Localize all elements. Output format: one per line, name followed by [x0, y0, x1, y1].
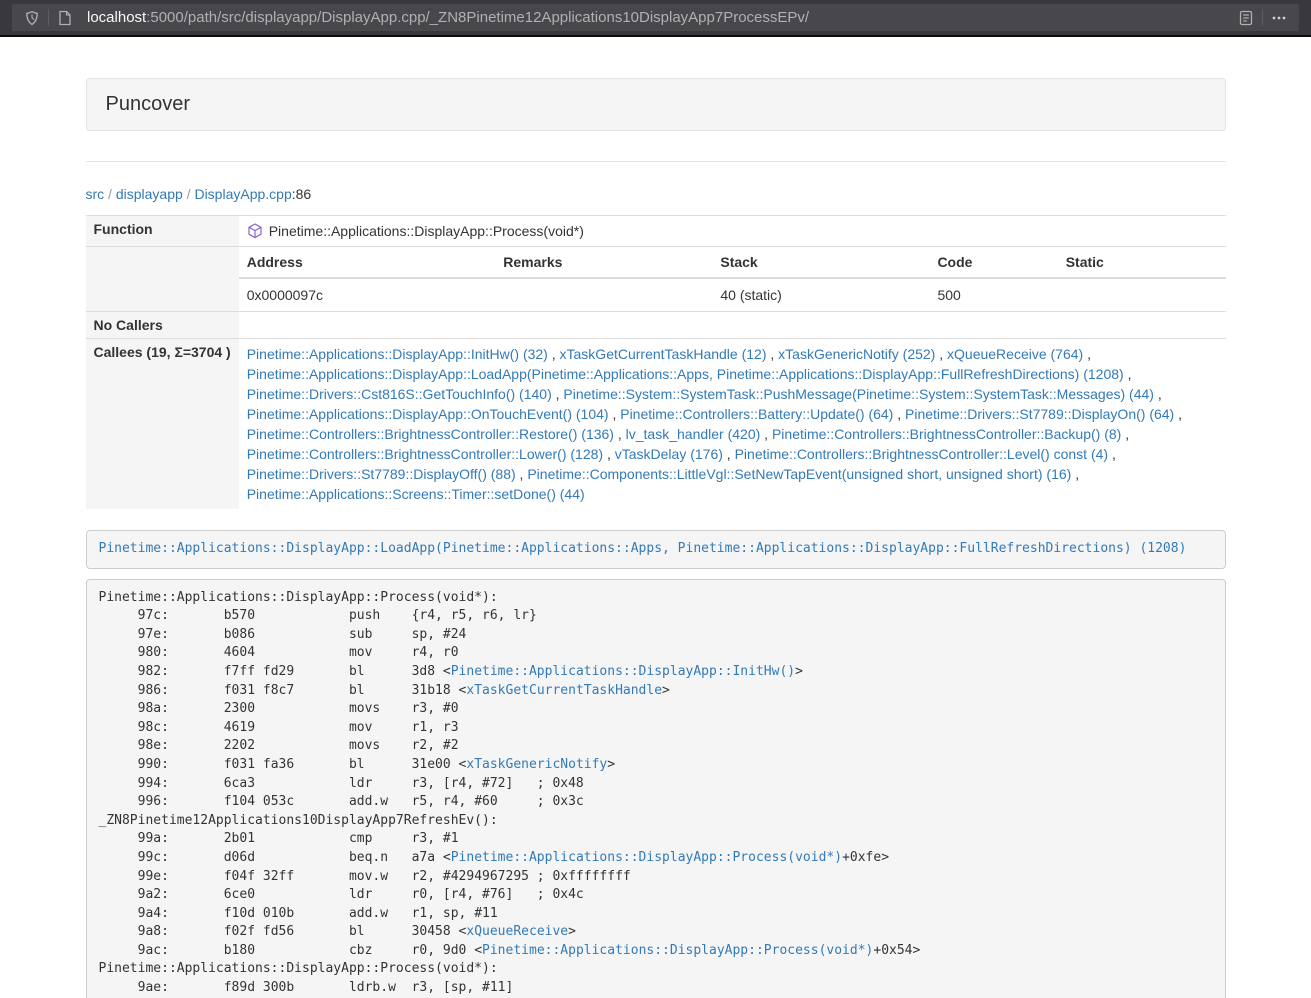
code-symbol-link[interactable]: Pinetime::Applications::DisplayApp::Proc… — [482, 943, 873, 958]
code-line: 9ac: b180 cbz r0, 9d0 <Pinetime::Applica… — [99, 942, 1213, 961]
code-line: 97e: b086 sub sp, #24 — [99, 626, 1213, 645]
code-line: 98a: 2300 movs r3, #0 — [99, 700, 1213, 719]
stats-value-address: 0x0000097c — [239, 278, 496, 311]
callee-link[interactable]: Pinetime::Applications::DisplayApp::OnTo… — [247, 406, 609, 422]
stats-header-row: AddressRemarksStackCodeStatic — [239, 247, 1226, 278]
reader-mode-icon[interactable] — [1232, 4, 1260, 31]
code-line: 982: f7ff fd29 bl 3d8 <Pinetime::Applica… — [99, 663, 1213, 682]
loadapp-snippet: Pinetime::Applications::DisplayApp::Load… — [86, 530, 1226, 569]
callee-link[interactable]: Pinetime::Controllers::BrightnessControl… — [735, 446, 1108, 462]
browser-toolbar: localhost:5000/path/src/displayapp/Displ… — [0, 0, 1311, 37]
breadcrumb-link[interactable]: displayapp — [116, 186, 183, 202]
callee-link[interactable]: vTaskDelay (176) — [615, 446, 723, 462]
breadcrumb-link[interactable]: DisplayApp.cpp — [194, 186, 291, 202]
code-line: 99a: 2b01 cmp r3, #1 — [99, 830, 1213, 849]
function-stats-row: AddressRemarksStackCodeStatic 0x0000097c… — [86, 247, 1226, 312]
stats-table: AddressRemarksStackCodeStatic 0x0000097c… — [239, 247, 1226, 311]
divider — [86, 161, 1226, 162]
stats-value-remarks — [495, 278, 712, 311]
code-line: 986: f031 f8c7 bl 31b18 <xTaskGetCurrent… — [99, 682, 1213, 701]
code-line: 990: f031 fa36 bl 31e00 <xTaskGenericNot… — [99, 756, 1213, 775]
stats-col-remarks: Remarks — [495, 247, 712, 278]
app-header-panel: Puncover — [86, 78, 1226, 131]
code-listing: Pinetime::Applications::DisplayApp::Proc… — [86, 579, 1226, 998]
code-line: 99c: d06d beq.n a7a <Pinetime::Applicati… — [99, 849, 1213, 868]
toolbar-divider — [1262, 9, 1263, 26]
code-symbol-link[interactable]: xQueueReceive — [466, 924, 568, 939]
callee-link[interactable]: xTaskGetCurrentTaskHandle (12) — [560, 346, 767, 362]
callee-link[interactable]: Pinetime::Components::LittleVgl::SetNewT… — [527, 466, 1071, 482]
code-line: 994: 6ca3 ldr r3, [r4, #72] ; 0x48 — [99, 775, 1213, 794]
stats-col-stack: Stack — [712, 247, 929, 278]
function-table: Function Pinetime::Applications::Display… — [86, 215, 1226, 509]
callee-link[interactable]: xQueueReceive (764) — [947, 346, 1083, 362]
function-label: Function — [86, 216, 239, 247]
stats-col-code: Code — [929, 247, 1057, 278]
callee-link[interactable]: Pinetime::Controllers::BrightnessControl… — [772, 426, 1121, 442]
callee-link[interactable]: Pinetime::Controllers::BrightnessControl… — [247, 446, 603, 462]
no-callers-label: No Callers — [86, 312, 239, 339]
url-host: localhost — [87, 9, 146, 26]
code-symbol-link[interactable]: xTaskGenericNotify — [466, 757, 607, 772]
breadcrumb-separator: / — [183, 186, 195, 202]
stats-col-static: Static — [1058, 247, 1226, 278]
function-row: Function Pinetime::Applications::Display… — [86, 216, 1226, 247]
stats-value-static — [1058, 278, 1226, 311]
callee-link[interactable]: Pinetime::Applications::DisplayApp::Init… — [247, 346, 548, 362]
code-symbol-link[interactable]: Pinetime::Applications::DisplayApp::Proc… — [451, 850, 842, 865]
toolbar-divider — [48, 9, 49, 26]
code-line: Pinetime::Applications::DisplayApp::Proc… — [99, 589, 1213, 608]
code-line: 9a2: 6ce0 ldr r0, [r4, #76] ; 0x4c — [99, 886, 1213, 905]
stats-value-stack: 40 (static) — [712, 278, 929, 311]
meatball-menu-icon[interactable] — [1265, 4, 1293, 31]
callee-link[interactable]: Pinetime::Drivers::St7789::DisplayOff() … — [247, 466, 516, 482]
code-line: 9ae: f89d 300b ldrb.w r3, [sp, #11] — [99, 979, 1213, 998]
code-line: 9a8: f02f fd56 bl 30458 <xQueueReceive> — [99, 923, 1213, 942]
callee-link[interactable]: Pinetime::System::SystemTask::PushMessag… — [563, 386, 1154, 402]
stats-col-address: Address — [239, 247, 496, 278]
stats-value-code: 500 — [929, 278, 1057, 311]
code-line: 980: 4604 mov r4, r0 — [99, 644, 1213, 663]
callees-label: Callees (19, Σ=3704 ) — [86, 339, 239, 510]
url-text[interactable]: localhost:5000/path/src/displayapp/Displ… — [87, 9, 1232, 26]
code-line: 98e: 2202 movs r2, #2 — [99, 737, 1213, 756]
code-line: Pinetime::Applications::DisplayApp::Proc… — [99, 960, 1213, 979]
code-line: _ZN8Pinetime12Applications10DisplayApp7R… — [99, 812, 1213, 831]
callee-link[interactable]: Pinetime::Controllers::Battery::Update()… — [620, 406, 893, 422]
breadcrumb-link[interactable]: src — [86, 186, 105, 202]
shield-icon[interactable] — [18, 4, 46, 31]
code-line: 97c: b570 push {r4, r5, r6, lr} — [99, 607, 1213, 626]
code-line: 996: f104 053c add.w r5, r4, #60 ; 0x3c — [99, 793, 1213, 812]
url-path: :5000/path/src/displayapp/DisplayApp.cpp… — [146, 9, 809, 26]
page: Puncover src / displayapp / DisplayApp.c… — [0, 37, 1311, 998]
stats-value-row: 0x0000097c 40 (static)500 — [239, 278, 1226, 311]
function-name: Pinetime::Applications::DisplayApp::Proc… — [269, 221, 584, 241]
cube-icon — [247, 223, 263, 239]
callee-link[interactable]: lv_task_handler (420) — [626, 426, 761, 442]
breadcrumb: src / displayapp / DisplayApp.cpp:86 — [86, 186, 1226, 202]
no-callers-row: No Callers — [86, 312, 1226, 339]
callee-link[interactable]: Pinetime::Drivers::Cst816S::GetTouchInfo… — [247, 386, 552, 402]
code-symbol-link[interactable]: xTaskGetCurrentTaskHandle — [466, 683, 662, 698]
code-line: 98c: 4619 mov r1, r3 — [99, 719, 1213, 738]
callee-link[interactable]: Pinetime::Controllers::BrightnessControl… — [247, 426, 614, 442]
callee-link[interactable]: xTaskGenericNotify (252) — [778, 346, 935, 362]
code-symbol-link[interactable]: Pinetime::Applications::DisplayApp::Init… — [451, 664, 795, 679]
breadcrumb-separator: / — [104, 186, 116, 202]
callee-link[interactable]: Pinetime::Drivers::St7789::DisplayOn() (… — [905, 406, 1174, 422]
url-bar[interactable]: localhost:5000/path/src/displayapp/Displ… — [12, 4, 1299, 31]
page-icon[interactable] — [51, 4, 79, 31]
callees-list: Pinetime::Applications::DisplayApp::Init… — [239, 339, 1226, 510]
code-line: 9a4: f10d 010b add.w r1, sp, #11 — [99, 905, 1213, 924]
callees-row: Callees (19, Σ=3704 ) Pinetime::Applicat… — [86, 339, 1226, 510]
callee-link[interactable]: Pinetime::Applications::Screens::Timer::… — [247, 486, 585, 502]
callee-link[interactable]: Pinetime::Applications::DisplayApp::Load… — [247, 366, 1124, 382]
code-line: 99e: f04f 32ff mov.w r2, #4294967295 ; 0… — [99, 868, 1213, 887]
page-title: Puncover — [106, 93, 1206, 116]
loadapp-snippet-link[interactable]: Pinetime::Applications::DisplayApp::Load… — [99, 541, 1187, 556]
